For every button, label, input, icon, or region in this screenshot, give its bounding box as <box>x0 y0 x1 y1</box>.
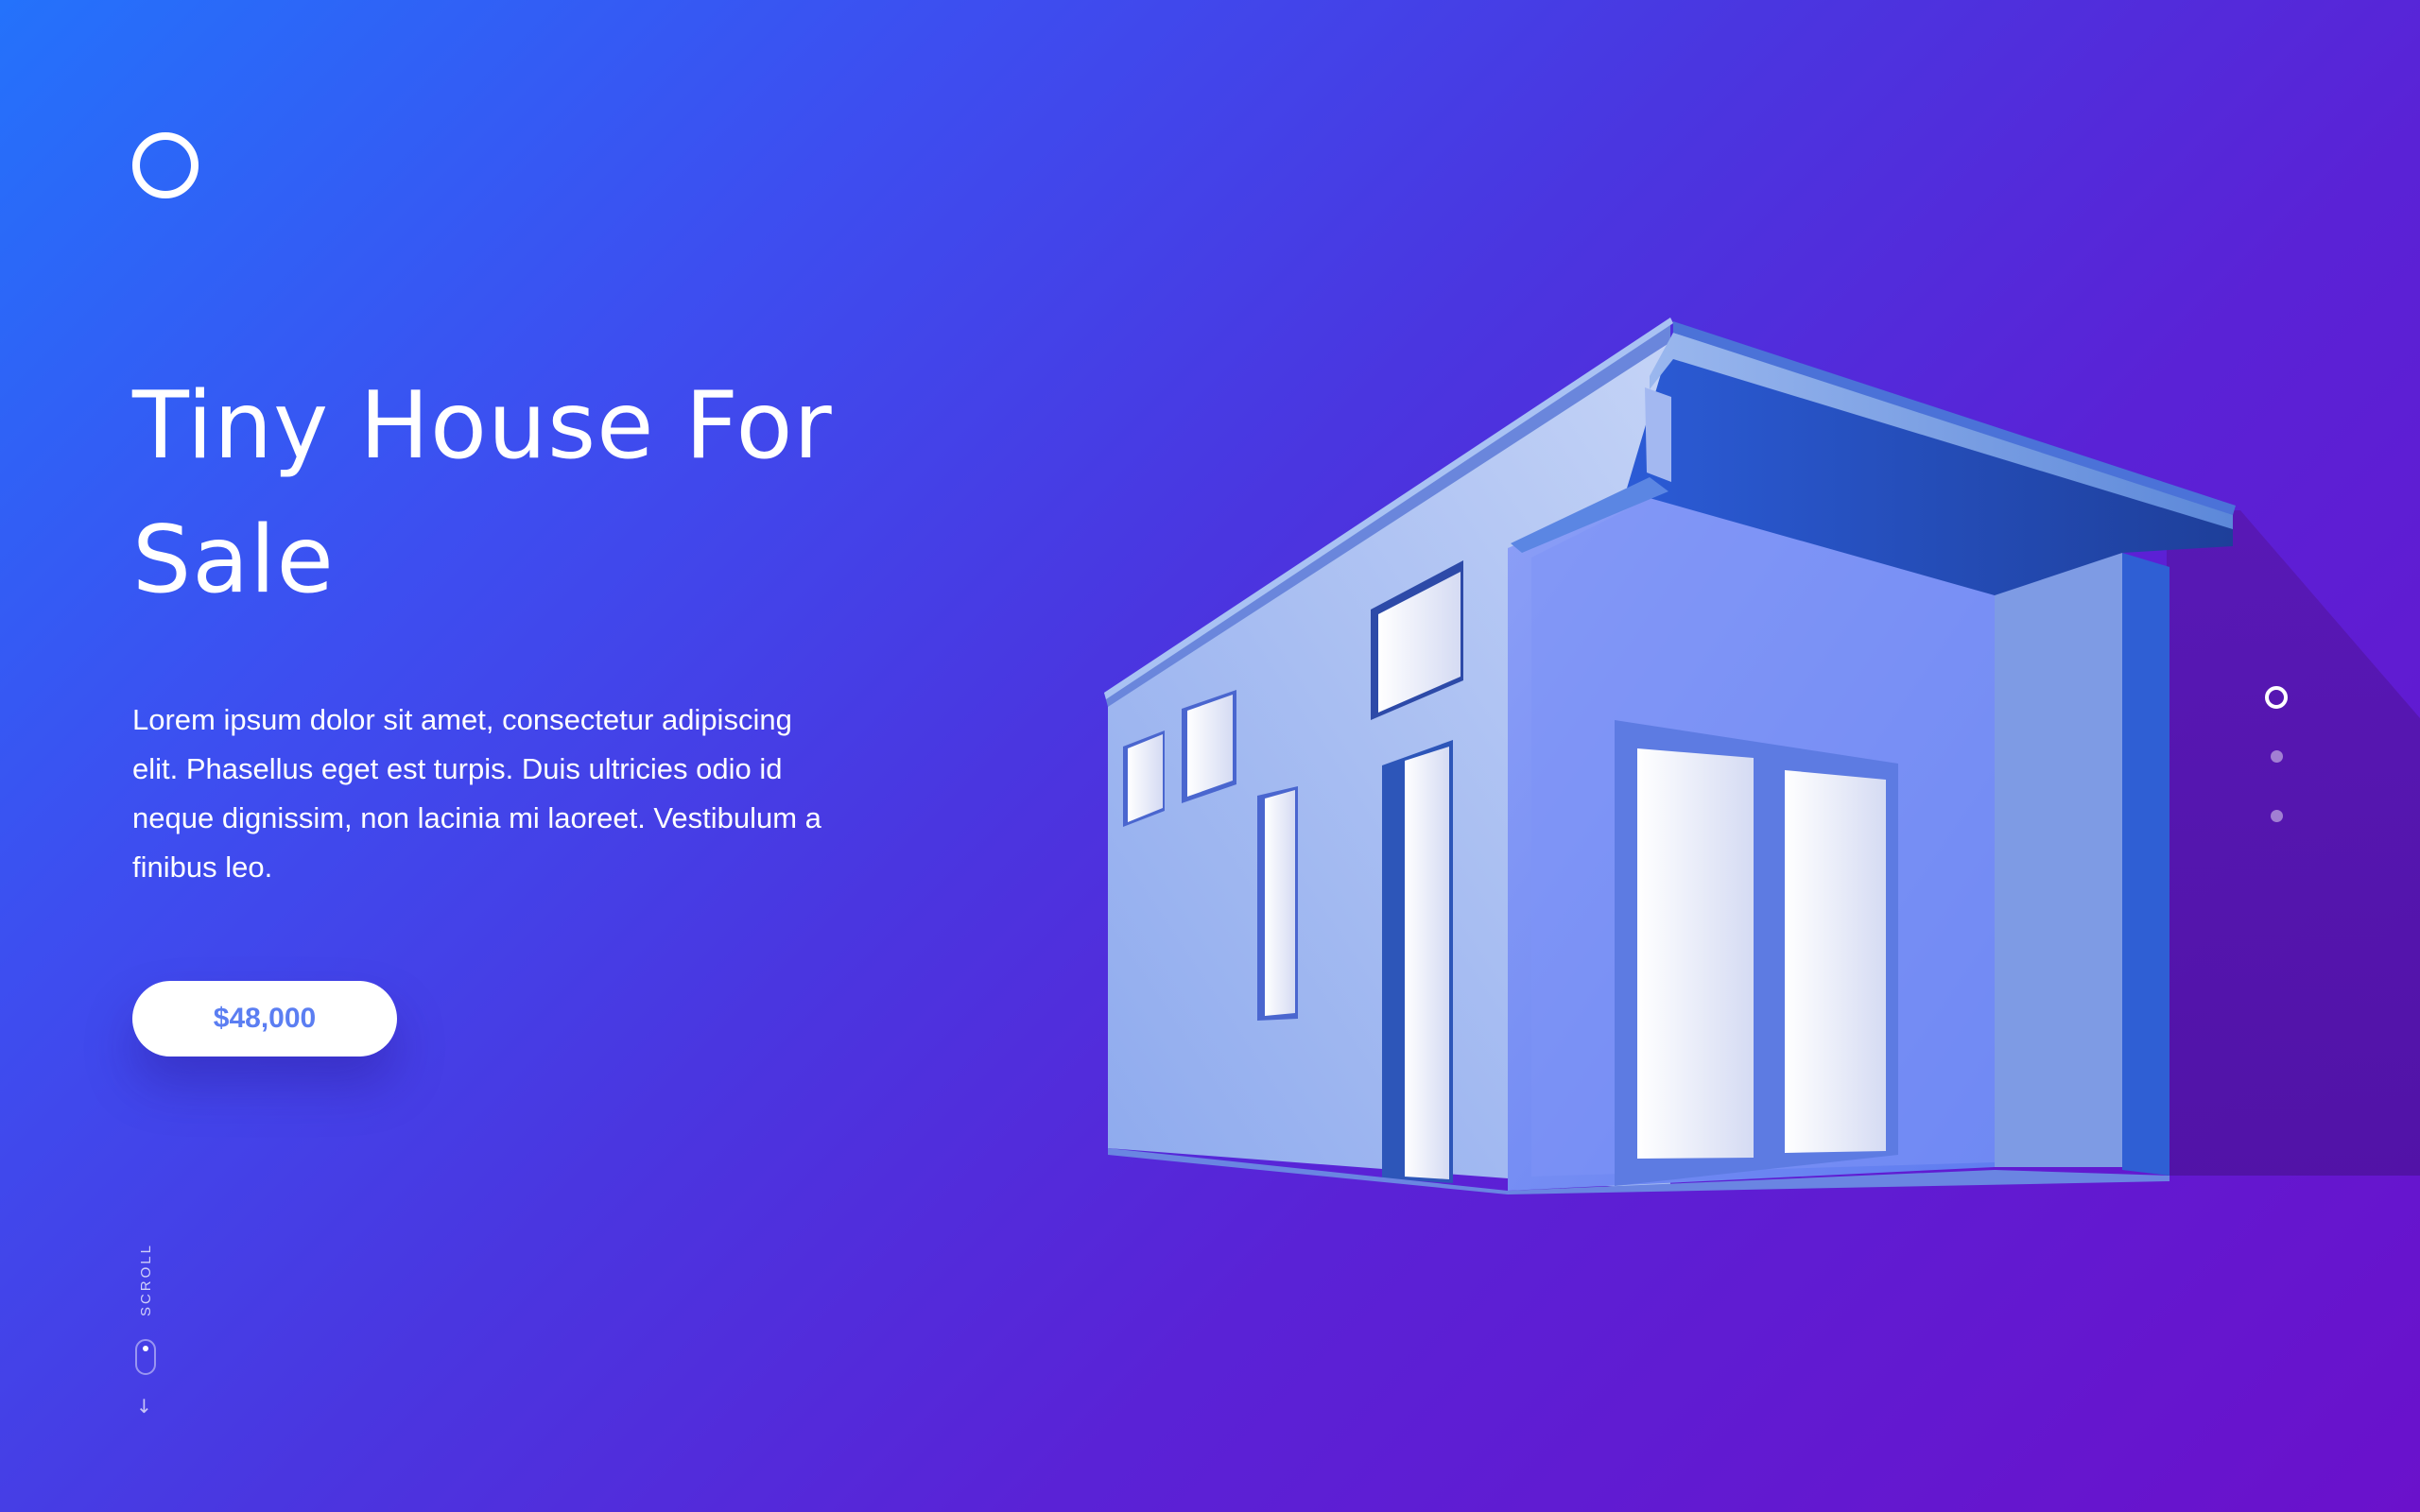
house-window-1-glass <box>1128 734 1163 822</box>
house-window-2-glass <box>1187 695 1233 797</box>
house-illustration <box>1104 318 2420 1194</box>
slider-dot-1[interactable] <box>2265 686 2288 709</box>
house-roof-front-fascia <box>1645 387 1671 482</box>
house-column-front <box>1995 553 2122 1167</box>
slider-dots <box>2262 686 2290 869</box>
house-narrow-window-glass <box>1265 790 1295 1016</box>
house-glass-door-right <box>1785 770 1886 1153</box>
house-side-door-glass <box>1405 747 1449 1179</box>
house-column-side <box>2122 553 2169 1176</box>
slider-dot-3[interactable] <box>2270 810 2283 822</box>
slider-dot-2[interactable] <box>2270 750 2283 763</box>
house-glass-door-left <box>1637 748 1754 1159</box>
house-shadow <box>2167 510 2420 1176</box>
